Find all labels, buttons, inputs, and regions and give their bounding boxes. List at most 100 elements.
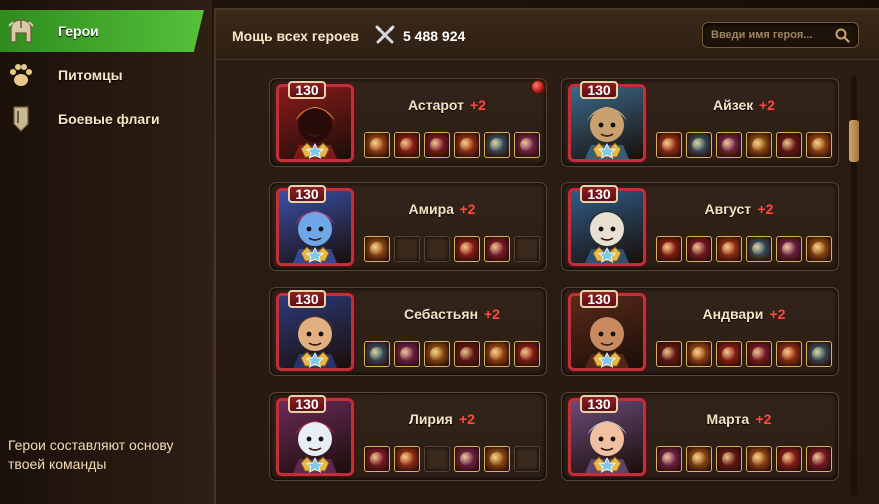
hero-list: 130 Астарот +2 130 Айзек +2 130 Амира +2 130 Ав…	[216, 62, 879, 504]
equipment-slot-filled[interactable]	[424, 341, 450, 367]
sidebar-item-label: Герои	[58, 23, 99, 39]
hero-level-badge: 130	[288, 81, 326, 99]
equipment-slot-filled[interactable]	[776, 446, 802, 472]
hero-card[interactable]: 130 Себастьян +2	[269, 287, 547, 376]
hero-level-badge: 130	[288, 185, 326, 203]
hero-card[interactable]: 130 Андвари +2	[561, 287, 839, 376]
hero-level-badge: 130	[288, 395, 326, 413]
hero-level-badge: 130	[288, 290, 326, 308]
equipment-slot-filled[interactable]	[776, 132, 802, 158]
hero-level-badge: 130	[580, 395, 618, 413]
equipment-slot-filled[interactable]	[716, 132, 742, 158]
equipment-slot-filled[interactable]	[484, 132, 510, 158]
magnifier-icon[interactable]	[835, 28, 850, 43]
hero-card[interactable]: 130 Август +2	[561, 182, 839, 271]
equipment-slot-filled[interactable]	[454, 132, 480, 158]
equipment-slot-filled[interactable]	[686, 446, 712, 472]
equipment-slot-filled[interactable]	[364, 132, 390, 158]
hero-name: Марта	[706, 411, 750, 427]
hero-card[interactable]: 130 Айзек +2	[561, 78, 839, 167]
hero-name: Лирия	[409, 411, 453, 427]
sidebar: Герои Питомцы Боевые флаги Герои составл…	[0, 0, 212, 504]
equipment-slot-filled[interactable]	[686, 236, 712, 262]
equipment-slot-filled[interactable]	[716, 236, 742, 262]
equipment-slot-filled[interactable]	[656, 132, 682, 158]
equipment-slot-filled[interactable]	[656, 446, 682, 472]
equipment-slot-filled[interactable]	[484, 236, 510, 262]
hero-promotion-bonus: +2	[459, 201, 476, 217]
hero-promotion-bonus: +2	[759, 97, 775, 113]
hero-promotion-bonus: +2	[484, 306, 500, 322]
paw-icon	[6, 60, 36, 90]
sidebar-item-label: Боевые флаги	[58, 111, 160, 127]
search-placeholder: Введи имя героя...	[711, 29, 813, 41]
hero-level-badge: 130	[580, 185, 618, 203]
equipment-slot-filled[interactable]	[364, 446, 390, 472]
hero-name: Астарот	[408, 97, 464, 113]
equipment-slot-filled[interactable]	[484, 341, 510, 367]
equipment-slot-filled[interactable]	[454, 236, 480, 262]
equipment-slot-empty[interactable]	[514, 236, 540, 262]
sidebar-item-battle-flags[interactable]: Боевые флаги	[0, 98, 204, 140]
equipment-slot-filled[interactable]	[746, 446, 772, 472]
team-power-value: 5 488 924	[403, 28, 466, 44]
equipment-slot-filled[interactable]	[686, 341, 712, 367]
equipment-slot-filled[interactable]	[394, 341, 420, 367]
hero-name: Август	[704, 201, 752, 217]
hero-card[interactable]: 130 Астарот +2	[269, 78, 547, 167]
hero-promotion-bonus: +2	[757, 201, 774, 217]
equipment-slot-filled[interactable]	[514, 132, 540, 158]
equipment-slot-filled[interactable]	[514, 341, 540, 367]
equipment-slot-filled[interactable]	[806, 236, 832, 262]
equipment-slot-filled[interactable]	[454, 341, 480, 367]
sidebar-item-heroes[interactable]: Герои	[0, 10, 204, 52]
hero-promotion-bonus: +2	[470, 97, 486, 113]
equipment-slot-filled[interactable]	[394, 132, 420, 158]
sidebar-item-pets[interactable]: Питомцы	[0, 54, 204, 96]
hero-promotion-bonus: +2	[769, 306, 786, 322]
equipment-slot-filled[interactable]	[806, 132, 832, 158]
equipment-slot-filled[interactable]	[806, 446, 832, 472]
equipment-slot-filled[interactable]	[746, 236, 772, 262]
hero-promotion-bonus: +2	[755, 411, 772, 427]
equipment-slot-filled[interactable]	[454, 446, 480, 472]
equipment-slot-filled[interactable]	[776, 236, 802, 262]
equipment-slot-filled[interactable]	[656, 341, 682, 367]
hero-level-badge: 130	[580, 290, 618, 308]
equipment-slot-empty[interactable]	[424, 446, 450, 472]
equipment-slot-filled[interactable]	[394, 446, 420, 472]
equipment-slot-empty[interactable]	[394, 236, 420, 262]
equipment-slot-filled[interactable]	[686, 132, 712, 158]
equipment-slot-filled[interactable]	[656, 236, 682, 262]
equipment-slot-filled[interactable]	[716, 446, 742, 472]
hero-card[interactable]: 130 Марта +2	[561, 392, 839, 481]
panel-header: Мощь всех героев 5 488 924 Введи имя гер…	[216, 10, 879, 60]
banner-icon	[6, 104, 36, 134]
equipment-slot-empty[interactable]	[424, 236, 450, 262]
equipment-slot-empty[interactable]	[514, 446, 540, 472]
heroes-panel: Мощь всех героев 5 488 924 Введи имя гер…	[214, 8, 879, 504]
equipment-slot-filled[interactable]	[746, 132, 772, 158]
hero-card[interactable]: 130 Лирия +2	[269, 392, 547, 481]
hero-name: Айзек	[713, 97, 754, 113]
scrollbar-thumb[interactable]	[849, 120, 859, 162]
equipment-slot-filled[interactable]	[776, 341, 802, 367]
notification-dot	[530, 79, 546, 95]
equipment-slot-filled[interactable]	[716, 341, 742, 367]
hero-name: Амира	[408, 201, 454, 217]
hero-promotion-bonus: +2	[459, 411, 475, 427]
hero-card[interactable]: 130 Амира +2	[269, 182, 547, 271]
sidebar-tip: Герои составляют основу твоей команды	[8, 437, 174, 472]
equipment-slot-filled[interactable]	[484, 446, 510, 472]
hero-search-input[interactable]: Введи имя героя...	[702, 22, 859, 48]
hero-name: Себастьян	[404, 306, 479, 322]
team-power-label: Мощь всех героев	[232, 28, 359, 44]
helmet-icon	[6, 16, 36, 46]
hero-name: Андвари	[702, 306, 764, 322]
equipment-slot-filled[interactable]	[364, 236, 390, 262]
equipment-slot-filled[interactable]	[746, 341, 772, 367]
equipment-slot-filled[interactable]	[424, 132, 450, 158]
hero-level-badge: 130	[580, 81, 618, 99]
equipment-slot-filled[interactable]	[806, 341, 832, 367]
equipment-slot-filled[interactable]	[364, 341, 390, 367]
